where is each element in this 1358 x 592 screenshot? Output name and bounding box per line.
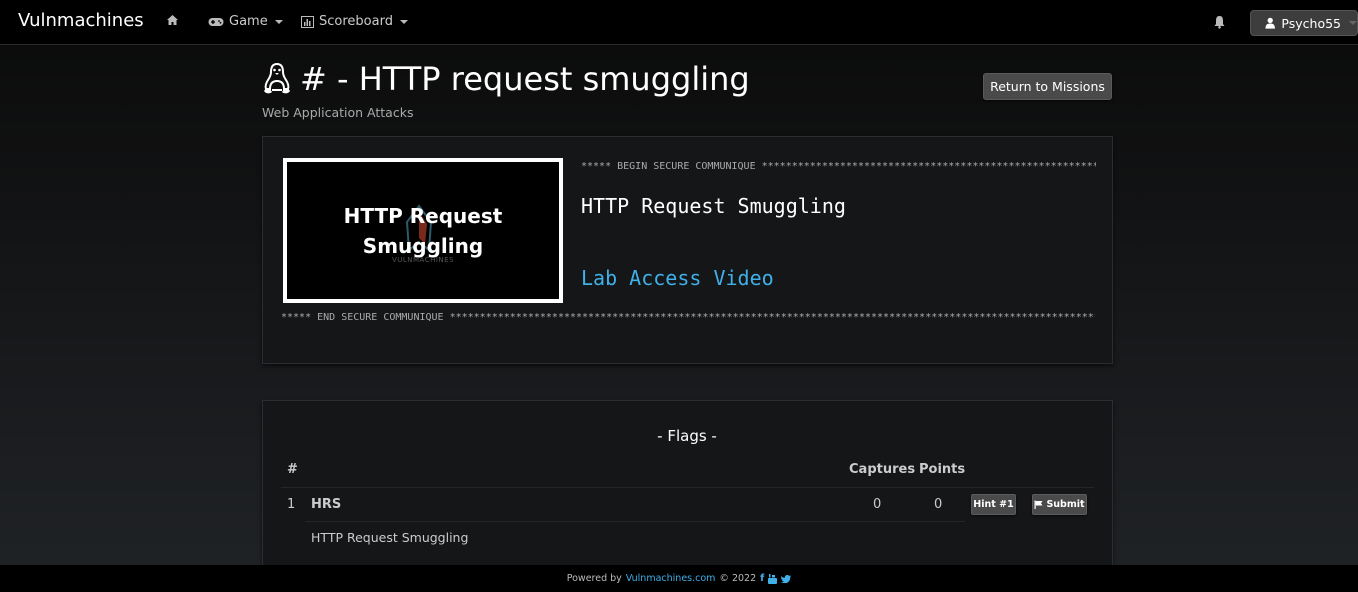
end-communique-banner: ***** END SECURE COMMUNIQUE ************… <box>281 312 1095 323</box>
footer-site-link[interactable]: Vulnmachines.com <box>626 573 716 584</box>
nav-scoreboard-label: Scoreboard <box>319 14 393 29</box>
lab-access-video-link[interactable]: Lab Access Video <box>581 266 774 290</box>
brand-logo[interactable]: Vulnmachines <box>18 10 144 31</box>
notifications-button[interactable] <box>1213 14 1226 33</box>
username: Psycho55 <box>1281 15 1341 31</box>
column-header-number: # <box>287 462 298 477</box>
flag-number: 1 <box>287 497 296 512</box>
footer: Powered by Vulnmachines.com © 2022 f <box>0 565 1358 592</box>
flag-name: HRS <box>311 497 342 512</box>
twitter-icon[interactable] <box>781 574 792 583</box>
bar-chart-icon <box>301 15 314 28</box>
submit-label: Submit <box>1046 499 1085 510</box>
chevron-down-icon <box>1349 21 1357 25</box>
flag-icon <box>1034 500 1043 509</box>
begin-communique-banner: ***** BEGIN SECURE COMMUNIQUE **********… <box>581 161 1096 172</box>
return-to-missions-button[interactable]: Return to Missions <box>983 73 1112 100</box>
facebook-icon[interactable]: f <box>760 573 764 584</box>
communique-title: HTTP Request Smuggling <box>581 194 846 218</box>
submit-flag-button[interactable]: Submit <box>1032 494 1087 515</box>
nav-home[interactable] <box>166 14 179 26</box>
nav-scoreboard[interactable]: Scoreboard <box>301 14 408 29</box>
flag-captures: 0 <box>873 497 882 512</box>
footer-powered-by: Powered by <box>566 573 622 584</box>
nav-game[interactable]: Game <box>208 14 283 29</box>
hint-button[interactable]: Hint #1 <box>971 494 1016 515</box>
page-title-text: # - HTTP request smuggling <box>300 60 750 98</box>
table-divider <box>281 487 1094 488</box>
bell-icon <box>1214 16 1225 29</box>
column-header-captures: Captures <box>849 462 916 477</box>
flags-title: - Flags - <box>657 427 717 445</box>
youtube-icon[interactable] <box>768 573 778 584</box>
user-menu-button[interactable]: Psycho55 <box>1250 10 1358 36</box>
chevron-down-icon <box>274 19 283 24</box>
page-title: # - HTTP request smuggling <box>262 60 750 98</box>
home-icon <box>167 15 178 25</box>
nav-game-label: Game <box>229 14 268 29</box>
video-thumbnail[interactable]: HTTP Request Smuggling VULNMACHINES <box>283 158 563 303</box>
column-header-points: Points <box>919 462 966 477</box>
thumbnail-title-line1: HTTP Request <box>343 203 503 228</box>
chevron-down-icon <box>399 19 408 24</box>
footer-copyright: © 2022 <box>719 573 757 584</box>
flag-points: 0 <box>934 497 943 512</box>
flag-description: HTTP Request Smuggling <box>311 530 469 545</box>
row-divider <box>305 521 965 522</box>
navbar: Vulnmachines Game Scoreboard Psycho55 <box>0 0 1358 45</box>
gamepad-icon <box>208 17 224 26</box>
thumbnail-watermark: VULNMACHINES <box>391 256 455 264</box>
category-label: Web Application Attacks <box>262 105 414 120</box>
linux-tux-icon <box>264 62 290 94</box>
user-icon <box>1265 17 1275 29</box>
